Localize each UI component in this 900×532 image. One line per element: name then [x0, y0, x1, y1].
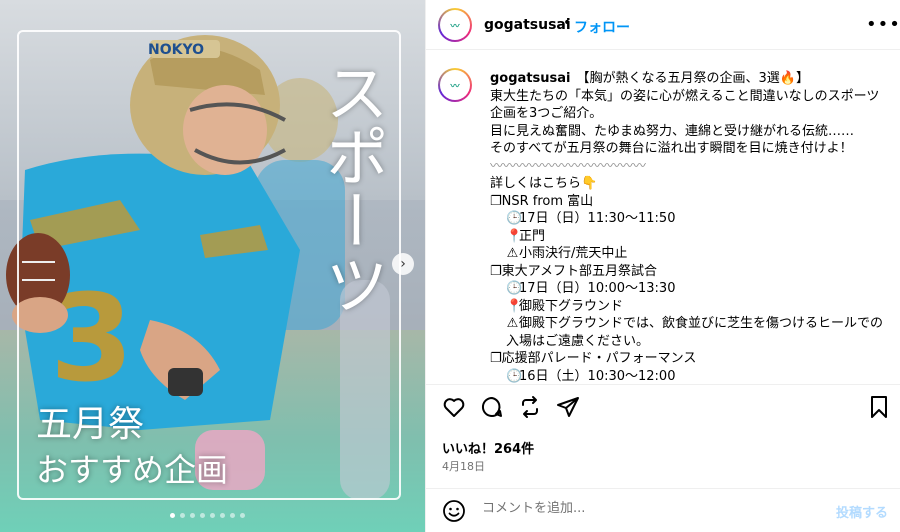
- slide-dot: [170, 513, 175, 518]
- event-place: 📍御殿下グラウンド: [506, 298, 624, 314]
- event-time: 🕒17日（日）10:00〜13:30: [506, 281, 676, 296]
- emoji-icon[interactable]: [442, 499, 466, 523]
- heart-icon[interactable]: [442, 395, 466, 419]
- clock-icon: 🕒: [506, 281, 523, 296]
- logo-icon: 〰: [440, 10, 470, 40]
- caption-area: 〰 gogatsusai 【胸が熱くなる五月祭の企画、3選🔥】 東大生たちの「本気…: [426, 50, 900, 385]
- comment-icon[interactable]: [480, 395, 504, 419]
- event-place: 📍正門: [506, 228, 546, 244]
- image-caption-line2: おすすめ企画: [36, 451, 229, 489]
- post-comment-button[interactable]: 投稿する: [836, 502, 888, 521]
- caption-username[interactable]: gogatsusai: [490, 71, 571, 86]
- follow-button[interactable]: フォロー: [574, 17, 630, 37]
- pin-icon: 📍: [506, 228, 523, 244]
- avatar[interactable]: 〰: [438, 68, 472, 102]
- slide-dot: [200, 513, 205, 518]
- event-title: ❐NSR from 富山: [490, 193, 594, 209]
- caption-line: gogatsusai 【胸が熱くなる五月祭の企画、3選🔥】: [490, 71, 809, 86]
- image-caption-line1: 五月祭: [36, 404, 145, 445]
- action-bar: [426, 395, 900, 425]
- like-count[interactable]: いいね！264件: [442, 438, 534, 457]
- post-date[interactable]: 4月18日: [442, 458, 485, 474]
- warning-icon: ⚠: [506, 246, 519, 261]
- separator-dot: •: [563, 15, 572, 31]
- caption-line: 東大生たちの「本気」の姿に心が燃えること間違いなしのスポーツ企画を3つご紹介。: [490, 88, 880, 122]
- clock-icon: 🕒: [506, 368, 523, 384]
- more-options-icon[interactable]: •••: [866, 14, 900, 35]
- slide-dot: [210, 513, 215, 518]
- warning-icon: ⚠: [506, 316, 519, 331]
- caption-line: そのすべてが五月祭の舞台に溢れ出す瞬間を目に焼き付けよ！: [490, 141, 853, 156]
- slide-dot: [190, 513, 195, 518]
- event-title: ❐応援部パレード・パフォーマンス: [490, 351, 697, 366]
- event-title: ❐東大アメフト部五月祭試合: [490, 263, 658, 279]
- slide-dot: [220, 513, 225, 518]
- pin-icon: 📍: [506, 298, 523, 314]
- logo-icon: 〰: [440, 70, 470, 100]
- post-panel: 〰 gogatsusai • フォロー ••• 〰 gogatsusai 【胸が熱…: [425, 0, 900, 532]
- bookmark-icon[interactable]: [868, 395, 890, 419]
- share-icon[interactable]: [556, 395, 580, 419]
- slide-indicator: [170, 513, 245, 518]
- event-time: 🕒17日（日）11:30〜11:50: [506, 211, 676, 226]
- next-slide-button[interactable]: ›: [392, 253, 414, 275]
- post-caption: gogatsusai 【胸が熱くなる五月祭の企画、3選🔥】 東大生たちの「本気」の…: [490, 70, 890, 384]
- slide-dot: [240, 513, 245, 518]
- clock-icon: 🕒: [506, 211, 523, 226]
- vertical-title: スポーツ: [314, 60, 388, 316]
- caption-divider: 〰〰〰〰〰〰〰〰〰〰〰〰: [490, 158, 647, 174]
- post-media[interactable]: 3 NOKYO スポーツ 五月祭 おすすめ企画 ›: [0, 0, 425, 532]
- post-header: 〰 gogatsusai • フォロー •••: [426, 0, 900, 50]
- comment-input[interactable]: [480, 500, 804, 517]
- header-username[interactable]: gogatsusai: [484, 17, 571, 33]
- caption-line: 詳しくはこちら👇: [490, 176, 598, 191]
- avatar[interactable]: 〰: [438, 8, 472, 42]
- comment-bar: 投稿する: [426, 488, 900, 532]
- chevron-right-icon: ›: [400, 256, 406, 272]
- repost-icon[interactable]: [518, 395, 542, 419]
- event-note: ⚠御殿下グラウンドでは、飲食並びに芝生を傷つけるヒールでの入場はご遠慮ください。: [506, 316, 884, 349]
- caption-line: 目に見えぬ奮闘、たゆまぬ努力、連綿と受け継がれる伝統……: [490, 123, 855, 139]
- slide-dot: [230, 513, 235, 518]
- event-note: ⚠小雨決行/荒天中止: [506, 246, 628, 261]
- slide-dot: [180, 513, 185, 518]
- event-time: 🕒16日（土）10:30〜12:00: [506, 368, 676, 384]
